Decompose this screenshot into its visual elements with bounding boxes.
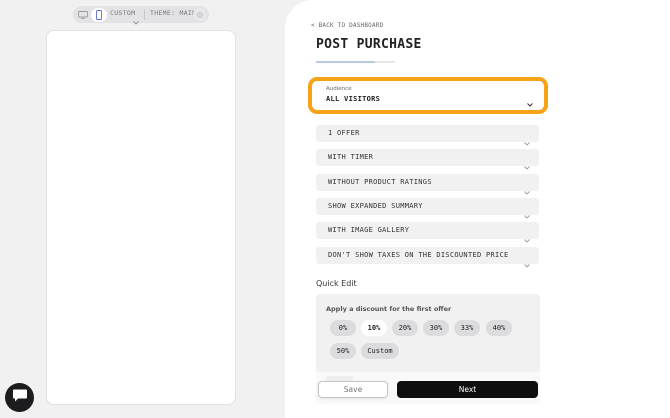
audience-highlight: Audience ALL VISITORS <box>308 77 548 114</box>
option-label: SHOW EXPANDED SUMMARY <box>328 202 423 210</box>
back-to-dashboard-link[interactable]: < BACK TO DASHBOARD <box>311 22 383 29</box>
option-dropdown-taxes[interactable]: DON'T SHOW TAXES ON THE DISCOUNTED PRICE <box>316 247 539 268</box>
option-label: WITHOUT PRODUCT RATINGS <box>328 178 432 186</box>
discount-chip-50[interactable]: 50% <box>330 343 356 359</box>
save-button[interactable]: Save <box>318 381 388 398</box>
chevron-down-icon <box>524 253 530 272</box>
theme-label: THEME: MAIN <box>150 9 197 17</box>
option-label: 1 OFFER <box>328 129 360 137</box>
chevron-down-icon <box>524 180 530 199</box>
option-dropdown-gallery[interactable]: WITH IMAGE GALLERY <box>316 222 539 243</box>
option-label: WITH TIMER <box>328 153 374 161</box>
chevron-down-icon <box>524 204 530 223</box>
quick-edit-heading: Quick Edit <box>316 279 357 288</box>
discount-chip-custom[interactable]: Custom <box>361 343 399 359</box>
option-dropdown-timer[interactable]: WITH TIMER <box>316 149 539 170</box>
chevron-down-icon <box>524 228 530 247</box>
option-label: WITH IMAGE GALLERY <box>328 226 410 234</box>
device-size-dropdown[interactable]: CUSTOM <box>110 9 135 17</box>
discount-chip-10[interactable]: 10% <box>361 320 387 336</box>
gear-icon[interactable] <box>193 8 206 21</box>
discount-chip-0[interactable]: 0% <box>330 320 356 336</box>
mobile-preview-frame <box>46 30 236 405</box>
discount-label: Apply a discount for the first offer <box>326 305 452 313</box>
audience-label: Audience <box>326 86 352 92</box>
next-button[interactable]: Next <box>397 381 538 398</box>
progress-bar <box>316 61 395 63</box>
progress-bar-fill <box>316 61 376 63</box>
chat-button[interactable] <box>5 383 34 412</box>
option-dropdown-offers[interactable]: 1 OFFER <box>316 125 539 146</box>
discount-chip-30[interactable]: 30% <box>423 320 449 336</box>
chat-bubble-icon <box>12 388 28 407</box>
chevron-down-icon <box>133 10 139 29</box>
discount-chip-40[interactable]: 40% <box>486 320 512 336</box>
page-title: POST PURCHASE <box>316 37 422 52</box>
option-label: DON'T SHOW TAXES ON THE DISCOUNTED PRICE <box>328 251 509 259</box>
option-dropdown-summary[interactable]: SHOW EXPANDED SUMMARY <box>316 198 539 219</box>
desktop-view-icon[interactable] <box>76 8 90 22</box>
preview-toolbar: CUSTOM THEME: MAIN <box>73 6 209 25</box>
option-dropdown-ratings[interactable]: WITHOUT PRODUCT RATINGS <box>316 174 539 195</box>
settings-panel: < BACK TO DASHBOARD POST PURCHASE Audien… <box>285 0 670 418</box>
chevron-down-icon <box>524 131 530 150</box>
audience-select[interactable]: Audience ALL VISITORS <box>315 83 541 108</box>
chevron-down-icon <box>524 155 530 174</box>
audience-value: ALL VISITORS <box>326 95 381 103</box>
discount-chip-20[interactable]: 20% <box>392 320 418 336</box>
toolbar-divider <box>144 9 145 20</box>
mobile-view-icon[interactable] <box>91 7 107 22</box>
chevron-down-icon <box>527 92 533 111</box>
discount-chip-33[interactable]: 33% <box>454 320 480 336</box>
